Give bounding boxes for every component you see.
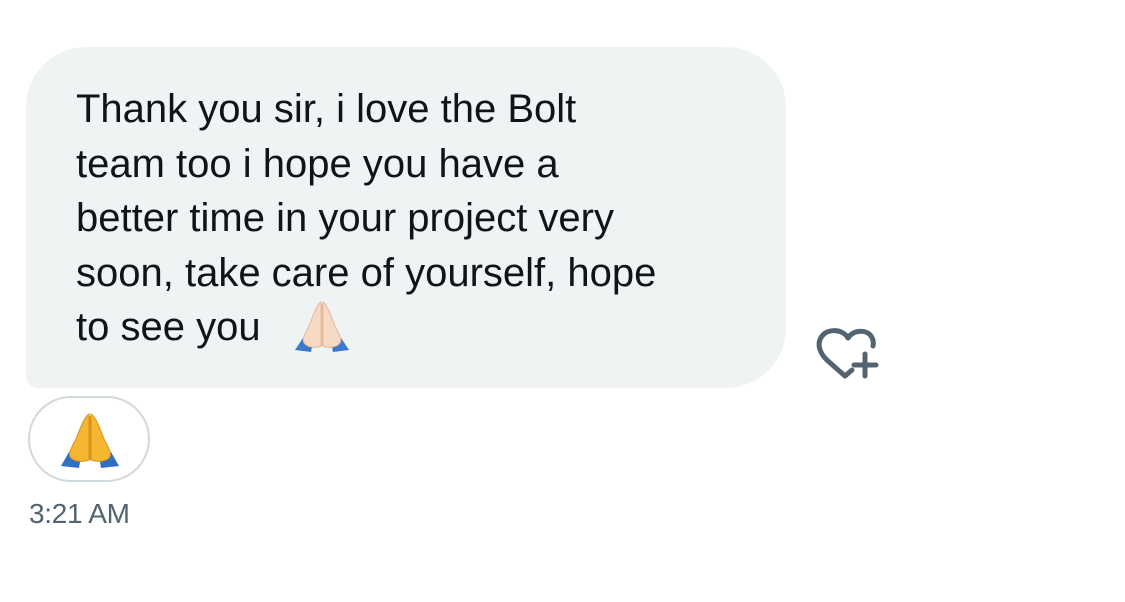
heart-plus-icon xyxy=(816,328,879,379)
message-text: Thank you sir, i love the Bolt team too … xyxy=(76,87,657,349)
message-timestamp: 3:21 AM xyxy=(29,498,130,529)
folded-hands-light-skin-icon xyxy=(291,300,353,354)
add-reaction-button[interactable] xyxy=(812,324,882,384)
folded-hands-icon xyxy=(61,413,119,468)
reaction-pill[interactable] xyxy=(28,396,150,482)
